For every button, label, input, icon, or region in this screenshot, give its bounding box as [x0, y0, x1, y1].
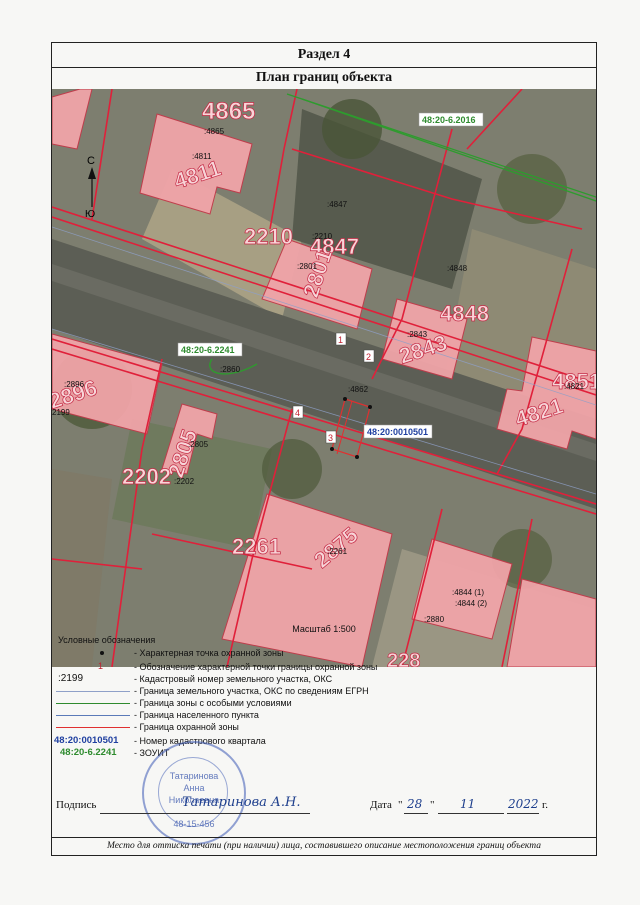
- date-label: Дата: [370, 799, 392, 811]
- small-2805: :2805: [188, 440, 209, 449]
- stamp-name-2: Анна: [183, 783, 205, 793]
- stamp-number: 48-15-456: [173, 819, 215, 829]
- map-label-4848: 4848: [440, 301, 489, 326]
- small-2880: :2880: [424, 615, 445, 624]
- legend-row-guard: - Граница охранной зоны: [52, 721, 596, 733]
- legend-row-point: - Характерная точка охранной зоны: [52, 647, 596, 659]
- green-line-icon: [56, 703, 130, 704]
- map-area: С Ю 4865 4811 4847 2210 2801 4848 2843 4…: [52, 89, 596, 667]
- small-4844-1: :4844 (1): [452, 588, 484, 597]
- legend-text-point: - Характерная точка охранной зоны: [134, 648, 284, 658]
- date-month: 11: [460, 797, 476, 811]
- legend-row-point-label: 1 - Обозначение характерной точки границ…: [52, 661, 596, 673]
- signature-label: Подпись: [56, 799, 97, 811]
- small-4862: :4862: [348, 385, 369, 394]
- legend-symbol-2199: :2199: [58, 673, 84, 684]
- red-line-icon: [56, 727, 130, 728]
- stamp-name-1: Татаринова: [169, 771, 219, 781]
- zone-label-6-2241: 48:20-6.2241: [181, 345, 235, 355]
- year-suffix: г.: [542, 799, 549, 811]
- blue-line-icon: [56, 715, 130, 716]
- date-year: 2022: [508, 797, 539, 811]
- legend-row-egrn: - Граница земельного участка, ОКС по све…: [52, 685, 596, 697]
- legend-row-zone: - Граница зоны с особыми условиями: [52, 697, 596, 709]
- map-label-4865: 4865: [202, 98, 255, 125]
- signature-handwritten: Татаринова А.Н.: [182, 795, 301, 810]
- legend-row-cadnum: :2199 - Кадастровый номер земельного уча…: [52, 673, 596, 685]
- section-title: Раздел 4: [52, 43, 596, 68]
- legend-row-quarter: 48:20:0010501 - Номер кадастрового кварт…: [52, 735, 596, 747]
- legend-row-zouit: 48:20-6.2241 - ЗОУИТ: [52, 747, 596, 759]
- legend-symbol-1: 1: [98, 661, 104, 671]
- compass-south: Ю: [85, 209, 95, 220]
- small-2210: :2210: [312, 232, 333, 241]
- point-label-1: 1: [338, 335, 343, 345]
- small-4811: :4811: [192, 152, 212, 161]
- small-4848: :4848: [447, 264, 468, 273]
- small-4844-2: :4844 (2): [455, 599, 487, 608]
- legend-text-egrn: - Граница земельного участка, ОКС по све…: [134, 686, 369, 696]
- point-label-2: 2: [366, 352, 371, 362]
- map-label-2210: 2210: [244, 224, 293, 249]
- small-2843: :2843: [407, 330, 428, 339]
- legend-title: Условные обозначения: [58, 635, 156, 645]
- legend-text-cadnum: - Кадастровый номер земельного участка, …: [134, 674, 333, 684]
- small-2199: 2199: [52, 408, 70, 417]
- small-2801: :2801: [297, 262, 318, 271]
- footer-note: Место для оттиска печати (при наличии) л…: [52, 837, 596, 851]
- legend-text-settlement: - Граница населенного пункта: [134, 710, 259, 720]
- compass-north: С: [87, 155, 95, 167]
- map-label-2261: 2261: [232, 534, 281, 559]
- small-2896: :2896: [64, 380, 85, 389]
- zone-label-6-2016: 48:20-6.2016: [422, 115, 476, 125]
- map-label-2202: 2202: [122, 464, 171, 489]
- point-label-4: 4: [295, 408, 300, 418]
- small-2860: :2860: [220, 365, 241, 374]
- small-4847: :4847: [327, 200, 348, 209]
- legend-symbol-quarter: 48:20:0010501: [54, 735, 119, 746]
- document-sheet: Раздел 4 План границ объекта С Ю 4865 48…: [0, 0, 640, 905]
- small-2261: :2261: [327, 547, 348, 556]
- signature-line: [100, 813, 310, 814]
- legend-text-zone: - Граница зоны с особыми условиями: [134, 698, 292, 708]
- seal-stamp: Татаринова Анна Николаевна 48-15-456: [142, 741, 246, 845]
- document-frame: Раздел 4 План границ объекта С Ю 4865 48…: [51, 42, 597, 856]
- small-4865: :4865: [204, 127, 225, 136]
- small-4821: :4821: [564, 382, 585, 391]
- legend-text-point-label: - Обозначение характерной точки границы …: [134, 662, 378, 672]
- egrn-line-icon: [56, 691, 130, 692]
- plan-title: План границ объекта: [52, 67, 596, 90]
- legend-text-guard: - Граница охранной зоны: [134, 722, 239, 732]
- date-day: 28: [407, 797, 423, 811]
- legend-symbol-zouit: 48:20-6.2241: [60, 747, 117, 758]
- legend-row-settlement: - Граница населенного пункта: [52, 709, 596, 721]
- quarter-label: 48:20:0010501: [367, 427, 428, 437]
- map-scale: Масштаб 1:500: [292, 624, 356, 634]
- point-label-3: 3: [328, 433, 333, 443]
- small-2202: :2202: [174, 477, 195, 486]
- black-dot-icon: [100, 651, 104, 655]
